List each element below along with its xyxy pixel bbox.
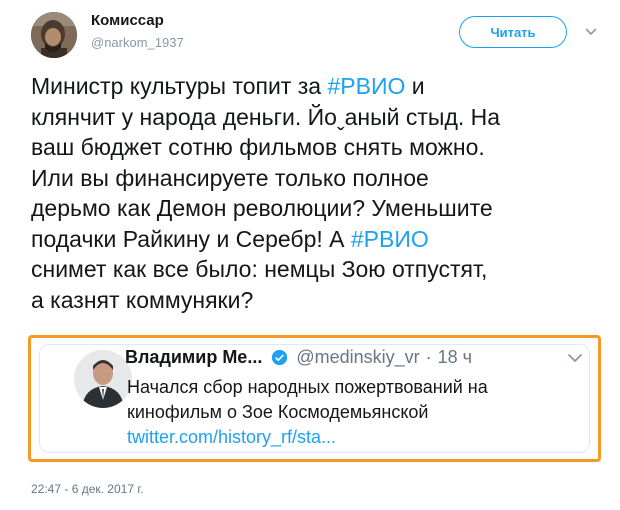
author-handle[interactable]: @narkom_1937 [91, 35, 184, 50]
quoted-text-line: Начался сбор народных пожертвований на [127, 377, 488, 397]
tweet-text-segment: подачки Райкину и Серебр! А [31, 225, 351, 252]
tweet-text-segment: снимет как все было: немцы Зою отпустят, [31, 256, 488, 282]
quoted-author-name[interactable]: Владимир Ме... [125, 347, 262, 368]
tweet-text-line: подачки Райкину и Серебр! А #РВИО [31, 224, 611, 255]
tweet-text-segment: а казнят коммуняки? [31, 286, 254, 313]
separator-dot: · [425, 346, 432, 367]
chevron-down-icon[interactable] [567, 350, 583, 366]
tweet-timestamp[interactable]: 22:47 - 6 дек. 2017 г. [31, 482, 144, 496]
chevron-down-icon[interactable] [583, 24, 599, 40]
quoted-tweet-link[interactable]: twitter.com/history_rf/sta... [127, 425, 336, 450]
tweet-text-line: дерьмо как Демон революции? Уменьшите [31, 193, 611, 224]
quoted-author-avatar [74, 350, 132, 408]
tweet-text-segment: клянчит у народа деньги. Йоˬаный стыд. Н… [31, 103, 501, 130]
quoted-tweet[interactable]: Владимир Ме... @medinskiy_vr · 18 ч Нача… [28, 335, 601, 462]
tweet-text-line: снимет как все было: немцы Зою отпустят, [31, 254, 611, 285]
quoted-author-handle[interactable]: @medinskiy_vr [296, 347, 419, 368]
quoted-tweet-time[interactable]: 18 ч [438, 347, 472, 368]
tweet-text-line: Или вы финансируете только полное [31, 163, 611, 194]
tweet-text-line: ваш бюджет сотню фильмов снять можно. [31, 132, 611, 163]
tweet-text-line: Министр культуры топит за #РВИО и [31, 71, 611, 102]
tweet-text-line: клянчит у народа деньги. Йоˬаный стыд. Н… [31, 102, 611, 133]
tweet-text-segment: Министр культуры топит за [31, 73, 328, 99]
follow-button[interactable]: Читать [459, 16, 567, 48]
quoted-tweet-header: Владимир Ме... @medinskiy_vr · 18 ч [125, 345, 472, 369]
tweet-text-segment: и [405, 73, 425, 99]
hashtag-link[interactable]: #РВИО [351, 226, 429, 252]
author-avatar[interactable] [31, 12, 77, 58]
tweet-text-segment: Или вы финансируете только полное [31, 164, 429, 191]
tweet-text-line: а казнят коммуняки? [31, 285, 611, 316]
tweet-text-segment: ваш бюджет сотню фильмов снять можно. [31, 134, 485, 160]
tweet-text: Министр культуры топит за #РВИО и клянчит… [31, 71, 611, 315]
verified-badge-icon [272, 349, 288, 365]
quoted-tweet-text: Начался сбор народных пожертвований на к… [127, 375, 577, 425]
hashtag-link[interactable]: #РВИО [327, 73, 405, 99]
author-name[interactable]: Комиссар [91, 12, 164, 29]
tweet-text-segment: дерьмо как Демон революции? Уменьшите [31, 195, 493, 221]
tweet: Комиссар @narkom_1937 Читать Министр кул… [0, 0, 620, 510]
quoted-text-line: кинофильм о Зое Космодемьянской [127, 402, 429, 422]
